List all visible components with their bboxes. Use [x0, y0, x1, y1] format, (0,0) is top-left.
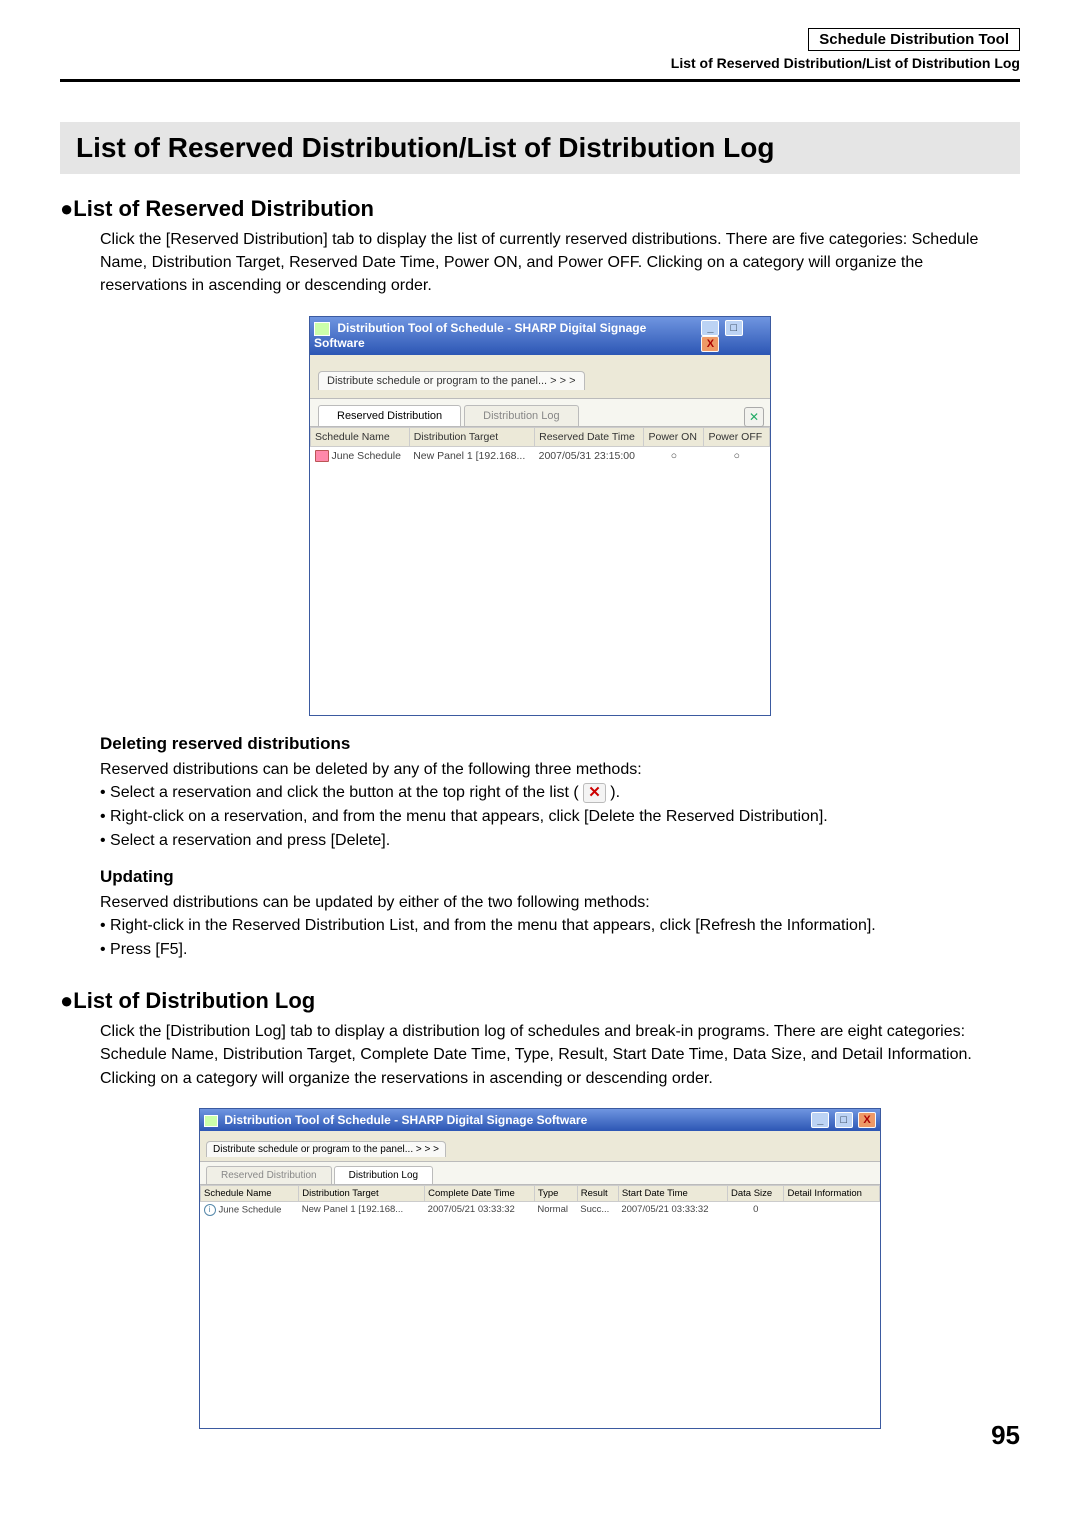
col-reserved-date-time[interactable]: Reserved Date Time	[535, 427, 644, 446]
reserved-table: Schedule Name Distribution Target Reserv…	[310, 427, 770, 465]
header-subtitle: List of Reserved Distribution/List of Di…	[60, 55, 1020, 71]
col-distribution-target[interactable]: Distribution Target	[409, 427, 534, 446]
updating-heading: Updating	[100, 867, 1020, 887]
col-schedule-name[interactable]: Schedule Name	[311, 427, 410, 446]
tab-reserved-distribution[interactable]: Reserved Distribution	[318, 405, 461, 426]
deleting-intro: Reserved distributions can be deleted by…	[100, 758, 1000, 781]
schedule-icon	[315, 450, 329, 462]
log-item-icon: i	[204, 1204, 216, 1216]
col-detail-information[interactable]: Detail Information	[784, 1185, 880, 1201]
cell-size: 0	[728, 1201, 784, 1218]
sub-tabs: Reserved Distribution Distribution Log ✕	[310, 398, 770, 426]
delete-reservation-icon[interactable]: ✕	[744, 407, 764, 427]
sub-tabs: Reserved Distribution Distribution Log	[200, 1161, 880, 1184]
cell-start: 2007/05/21 03:33:32	[618, 1201, 727, 1218]
close-icon[interactable]: X	[858, 1112, 876, 1128]
col-complete-date-time[interactable]: Complete Date Time	[425, 1185, 535, 1201]
close-icon[interactable]: X	[701, 336, 719, 352]
cell-name: June Schedule	[219, 1204, 282, 1215]
distribute-tab[interactable]: Distribute schedule or program to the pa…	[318, 371, 585, 390]
app-icon	[204, 1115, 218, 1127]
cell-complete: 2007/05/21 03:33:32	[425, 1201, 535, 1218]
updating-bullet-2: Press [F5].	[100, 938, 1020, 962]
screenshot-reserved-distribution: Distribution Tool of Schedule - SHARP Di…	[309, 316, 771, 716]
screenshot-distribution-log: Distribution Tool of Schedule - SHARP Di…	[199, 1108, 881, 1429]
window-title-text: Distribution Tool of Schedule - SHARP Di…	[224, 1113, 587, 1127]
tab-distribution-log[interactable]: Distribution Log	[334, 1166, 433, 1184]
deleting-bullet-3: Select a reservation and press [Delete].	[100, 829, 1020, 853]
cell-detail	[784, 1201, 880, 1218]
deleting-bullet-1: Select a reservation and click the butto…	[100, 781, 1020, 805]
updating-bullet-1: Right-click in the Reserved Distribution…	[100, 914, 1020, 938]
col-result[interactable]: Result	[577, 1185, 618, 1201]
col-schedule-name[interactable]: Schedule Name	[201, 1185, 299, 1201]
col-power-on[interactable]: Power ON	[644, 427, 704, 446]
updating-intro: Reserved distributions can be updated by…	[100, 891, 1000, 914]
cell-result: Succ...	[577, 1201, 618, 1218]
section2-paragraph: Click the [Distribution Log] tab to disp…	[100, 1020, 1000, 1090]
col-type[interactable]: Type	[534, 1185, 577, 1201]
minimize-icon[interactable]: _	[811, 1112, 829, 1128]
cell-target: New Panel 1 [192.168...	[299, 1201, 425, 1218]
window-titlebar: Distribution Tool of Schedule - SHARP Di…	[310, 317, 770, 355]
page-number: 95	[991, 1420, 1020, 1451]
col-distribution-target[interactable]: Distribution Target	[299, 1185, 425, 1201]
page-title: List of Reserved Distribution/List of Di…	[60, 122, 1020, 174]
cell-target: New Panel 1 [192.168...	[409, 446, 534, 465]
section2-heading: ●List of Distribution Log	[60, 988, 1020, 1014]
deleting-bullet-2: Right-click on a reservation, and from t…	[100, 805, 1020, 829]
window-title-text: Distribution Tool of Schedule - SHARP Di…	[314, 321, 646, 350]
maximize-icon[interactable]: □	[725, 320, 743, 336]
header-tool-name: Schedule Distribution Tool	[808, 28, 1020, 51]
distribute-tab[interactable]: Distribute schedule or program to the pa…	[206, 1141, 446, 1157]
section1-paragraph: Click the [Reserved Distribution] tab to…	[100, 228, 1000, 298]
table-row[interactable]: June Schedule New Panel 1 [192.168... 20…	[311, 446, 770, 465]
delete-icon-inline: ✕	[583, 783, 606, 803]
list-empty-area	[200, 1218, 880, 1428]
tab-reserved-distribution[interactable]: Reserved Distribution	[206, 1166, 332, 1184]
section1-heading: ●List of Reserved Distribution	[60, 196, 1020, 222]
list-empty-area	[310, 465, 770, 715]
tab-distribution-log[interactable]: Distribution Log	[464, 405, 578, 426]
cell-name: June Schedule	[332, 450, 401, 462]
deleting-heading: Deleting reserved distributions	[100, 734, 1020, 754]
col-start-date-time[interactable]: Start Date Time	[618, 1185, 727, 1201]
col-power-off[interactable]: Power OFF	[704, 427, 770, 446]
log-table: Schedule Name Distribution Target Comple…	[200, 1185, 880, 1218]
cell-type: Normal	[534, 1201, 577, 1218]
maximize-icon[interactable]: □	[835, 1112, 853, 1128]
col-data-size[interactable]: Data Size	[728, 1185, 784, 1201]
cell-power-off: ○	[704, 446, 770, 465]
window-titlebar: Distribution Tool of Schedule - SHARP Di…	[200, 1109, 880, 1131]
minimize-icon[interactable]: _	[701, 320, 719, 336]
app-icon	[314, 322, 330, 336]
cell-power-on: ○	[644, 446, 704, 465]
cell-date: 2007/05/31 23:15:00	[535, 446, 644, 465]
header-divider	[60, 79, 1020, 82]
table-row[interactable]: iJune Schedule New Panel 1 [192.168... 2…	[201, 1201, 880, 1218]
